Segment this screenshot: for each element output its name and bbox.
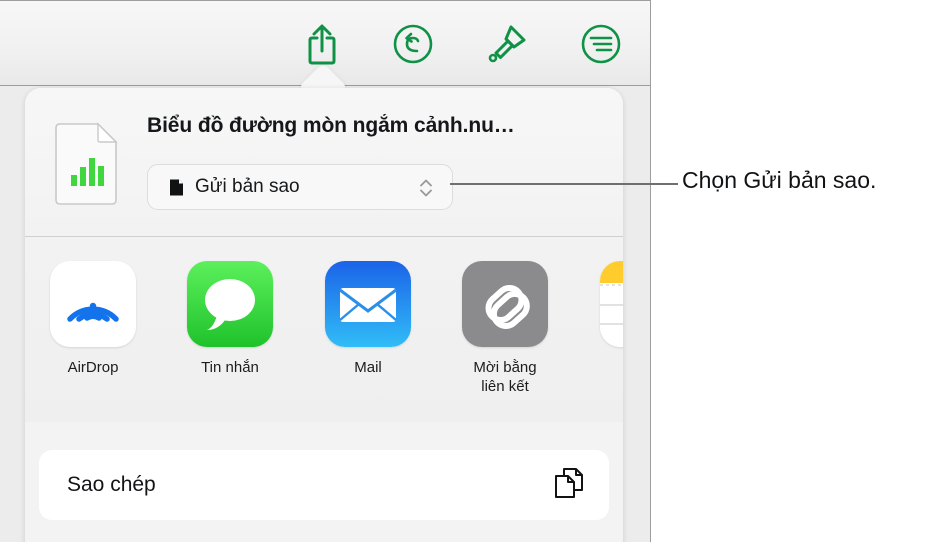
share-target-label-line2: liên kết	[481, 378, 529, 395]
copy-action-label: Sao chép	[67, 473, 156, 496]
paintbrush-icon	[488, 25, 526, 63]
share-target-label: AirDrop	[67, 359, 119, 376]
chart-document-icon	[54, 122, 120, 206]
share-target-label-line1: Mời bằng	[473, 359, 537, 376]
share-target-mail[interactable]: Mail	[311, 261, 425, 377]
airdrop-icon	[50, 261, 136, 347]
popover-pointer	[297, 62, 349, 90]
copy-pages-icon	[553, 466, 585, 505]
send-copy-label: Gửi bản sao	[195, 176, 300, 197]
undo-button[interactable]	[384, 15, 442, 73]
share-target-label: Mời bằng liên kết	[448, 358, 562, 396]
link-icon	[462, 261, 548, 347]
share-target-label: G	[586, 358, 623, 377]
share-target-label: Mail	[354, 359, 382, 376]
share-target-messages[interactable]: Tin nhắn	[173, 261, 287, 377]
share-target-label: Tin nhắn	[201, 359, 259, 376]
share-targets-row: AirDrop Tin nhắn Mail Mời bằng liên kết	[25, 237, 623, 422]
document-icon	[168, 177, 184, 197]
brush-button[interactable]	[477, 15, 535, 73]
messages-icon	[187, 261, 273, 347]
undo-icon	[393, 24, 433, 64]
share-sheet-header: Biểu đồ đường mòn ngắm cảnh.nu… Gửi bản …	[25, 88, 623, 237]
share-icon	[308, 24, 336, 65]
share-target-notes[interactable]: G	[586, 261, 623, 377]
document-title: Biểu đồ đường mòn ngắm cảnh.nu…	[147, 114, 515, 137]
callout-text: Chọn Gửi bản sao.	[682, 167, 877, 193]
share-target-airdrop[interactable]: AirDrop	[36, 261, 150, 377]
app-screenshot: Biểu đồ đường mòn ngắm cảnh.nu… Gửi bản …	[0, 0, 651, 542]
format-button[interactable]	[572, 15, 630, 73]
format-menu-icon	[581, 24, 621, 64]
mail-icon	[325, 261, 411, 347]
share-sheet-popover: Biểu đồ đường mòn ngắm cảnh.nu… Gửi bản …	[25, 88, 623, 542]
share-target-link[interactable]: Mời bằng liên kết	[448, 261, 562, 396]
screenshot-root: Biểu đồ đường mòn ngắm cảnh.nu… Gửi bản …	[0, 0, 935, 542]
copy-action-row[interactable]: Sao chép	[39, 450, 609, 520]
callout-leader-line	[450, 183, 678, 185]
notes-icon	[600, 261, 623, 347]
chevron-updown-icon[interactable]	[418, 176, 434, 200]
send-copy-select[interactable]: Gửi bản sao	[147, 164, 453, 210]
